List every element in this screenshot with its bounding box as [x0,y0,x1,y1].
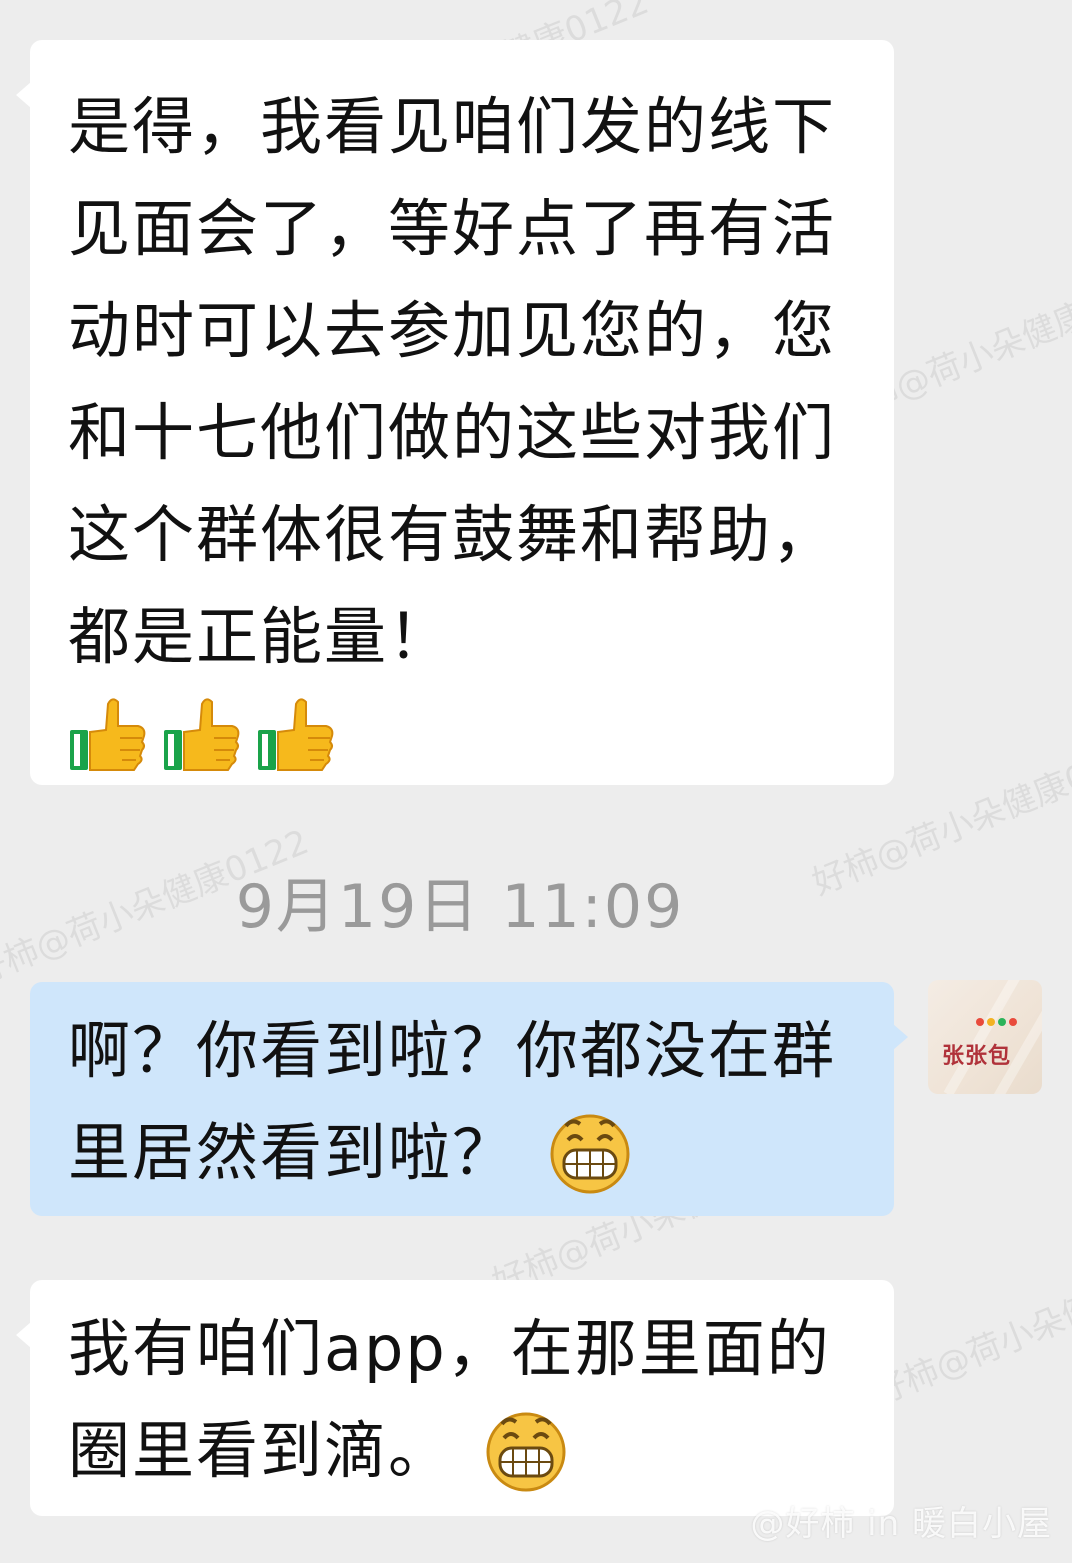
avatar-dots [976,1018,1017,1026]
avatar-light-stripe [983,980,1042,1094]
grinning-face-icon [550,1114,630,1194]
grinning-face-icon [486,1412,566,1492]
thumbs-up-icon [258,698,334,771]
chat-timestamp: 9月19日 11:09 [235,872,685,942]
avatar[interactable]: 张张包 [928,980,1042,1094]
watermark: 好柿@荷小朵健康0122 [866,1242,1072,1414]
message-bubble-incoming[interactable]: 是得，我看见咱们发的线下见面会了，等好点了再有活动时可以去参加见您的，您和十七他… [16,40,894,785]
footer-watermark: @好柿 in 暖白小屋 [750,1504,1052,1544]
thumbs-up-icon [70,698,146,771]
message-text: 啊？你看到啦？你都没在群里居然看到啦？ [68,1014,837,1189]
message-text: 是得，我看见咱们发的线下见面会了，等好点了再有活动时可以去参加见您的，您和十七他… [68,90,837,673]
message-bubble-outgoing[interactable]: 啊？你看到啦？你都没在群里居然看到啦？ [30,982,908,1216]
bubble-tail [16,1322,31,1348]
avatar-light-stripe [943,980,1033,1094]
emoji-row [68,694,856,774]
message-text: 我有咱们app，在那里面的圈里看到滴。 [68,1312,831,1487]
bubble-tail [16,82,31,108]
message-bubble-incoming[interactable]: 我有咱们app，在那里面的圈里看到滴。 [16,1280,894,1516]
thumbs-up-icon [164,698,240,771]
avatar-label: 张张包 [942,1044,1012,1069]
bubble-tail [893,1024,908,1050]
